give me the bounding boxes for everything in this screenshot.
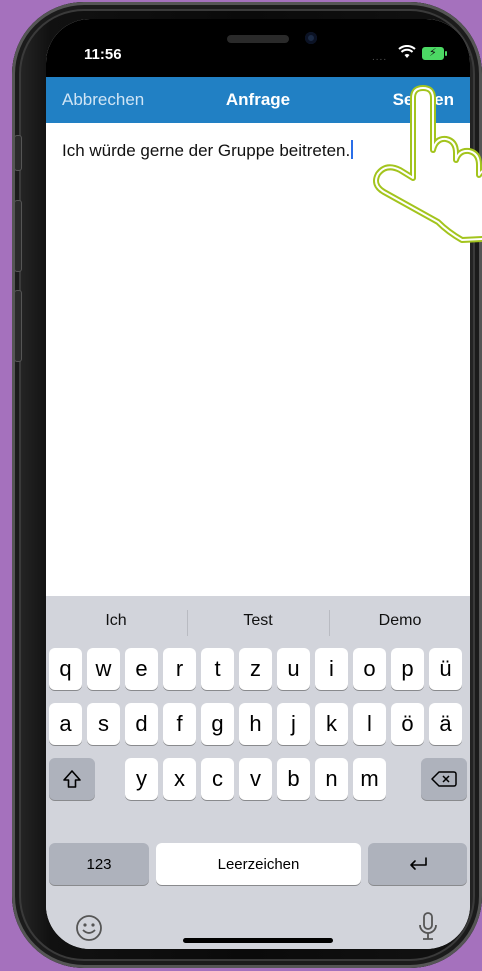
suggestion-3[interactable]: Demo: [330, 612, 470, 630]
key[interactable]: g: [201, 703, 234, 745]
shift-icon: [63, 770, 81, 788]
keyboard: Ich Test Demo q w e r t z u i o p ü a s …: [46, 596, 470, 949]
suggestion-1[interactable]: Ich: [46, 612, 186, 630]
suggestion-2[interactable]: Test: [188, 612, 328, 630]
key[interactable]: m: [353, 758, 386, 800]
signal-indicator: ....: [372, 52, 388, 63]
backspace-key[interactable]: [421, 758, 467, 800]
backspace-icon: [431, 771, 457, 787]
message-input[interactable]: Ich würde gerne der Gruppe beitreten.: [62, 140, 354, 161]
notch: [139, 19, 375, 65]
key[interactable]: y: [125, 758, 158, 800]
key[interactable]: l: [353, 703, 386, 745]
key[interactable]: a: [49, 703, 82, 745]
front-camera: [305, 32, 317, 44]
key[interactable]: d: [125, 703, 158, 745]
key[interactable]: x: [163, 758, 196, 800]
key[interactable]: t: [201, 648, 234, 690]
key[interactable]: ü: [429, 648, 462, 690]
key[interactable]: v: [239, 758, 272, 800]
key[interactable]: i: [315, 648, 348, 690]
key[interactable]: u: [277, 648, 310, 690]
key[interactable]: s: [87, 703, 120, 745]
key[interactable]: b: [277, 758, 310, 800]
home-indicator: [183, 938, 333, 943]
volume-down-button: [14, 290, 22, 362]
key[interactable]: j: [277, 703, 310, 745]
text-caret: [351, 140, 354, 159]
message-text: Ich würde gerne der Gruppe beitreten.: [62, 141, 351, 160]
numbers-key[interactable]: 123: [49, 843, 149, 885]
key[interactable]: f: [163, 703, 196, 745]
key[interactable]: z: [239, 648, 272, 690]
key[interactable]: k: [315, 703, 348, 745]
emoji-icon[interactable]: [75, 914, 103, 942]
key[interactable]: n: [315, 758, 348, 800]
key[interactable]: e: [125, 648, 158, 690]
status-time: 11:56: [84, 46, 122, 63]
key[interactable]: w: [87, 648, 120, 690]
nav-bar: Abbrechen Anfrage Senden: [46, 77, 470, 123]
key[interactable]: ö: [391, 703, 424, 745]
key[interactable]: r: [163, 648, 196, 690]
key[interactable]: c: [201, 758, 234, 800]
key[interactable]: ä: [429, 703, 462, 745]
mute-switch: [14, 135, 22, 171]
speaker-grille: [227, 35, 289, 43]
key[interactable]: o: [353, 648, 386, 690]
battery-charging-icon: ⚡: [422, 47, 447, 60]
suggestion-bar: Ich Test Demo: [46, 596, 470, 646]
shift-key[interactable]: [49, 758, 95, 800]
status-bar: 11:56 .... ⚡: [46, 19, 470, 77]
wifi-icon: [398, 45, 416, 58]
microphone-icon[interactable]: [417, 911, 439, 943]
space-key[interactable]: Leerzeichen: [156, 843, 361, 885]
send-button[interactable]: Senden: [393, 90, 454, 110]
volume-up-button: [14, 200, 22, 272]
phone-screen: 11:56 .... ⚡ Abbrechen Anfrage Senden Ic…: [46, 19, 470, 949]
key[interactable]: h: [239, 703, 272, 745]
key[interactable]: p: [391, 648, 424, 690]
return-key[interactable]: [368, 843, 467, 885]
key[interactable]: q: [49, 648, 82, 690]
return-icon: [409, 857, 427, 870]
